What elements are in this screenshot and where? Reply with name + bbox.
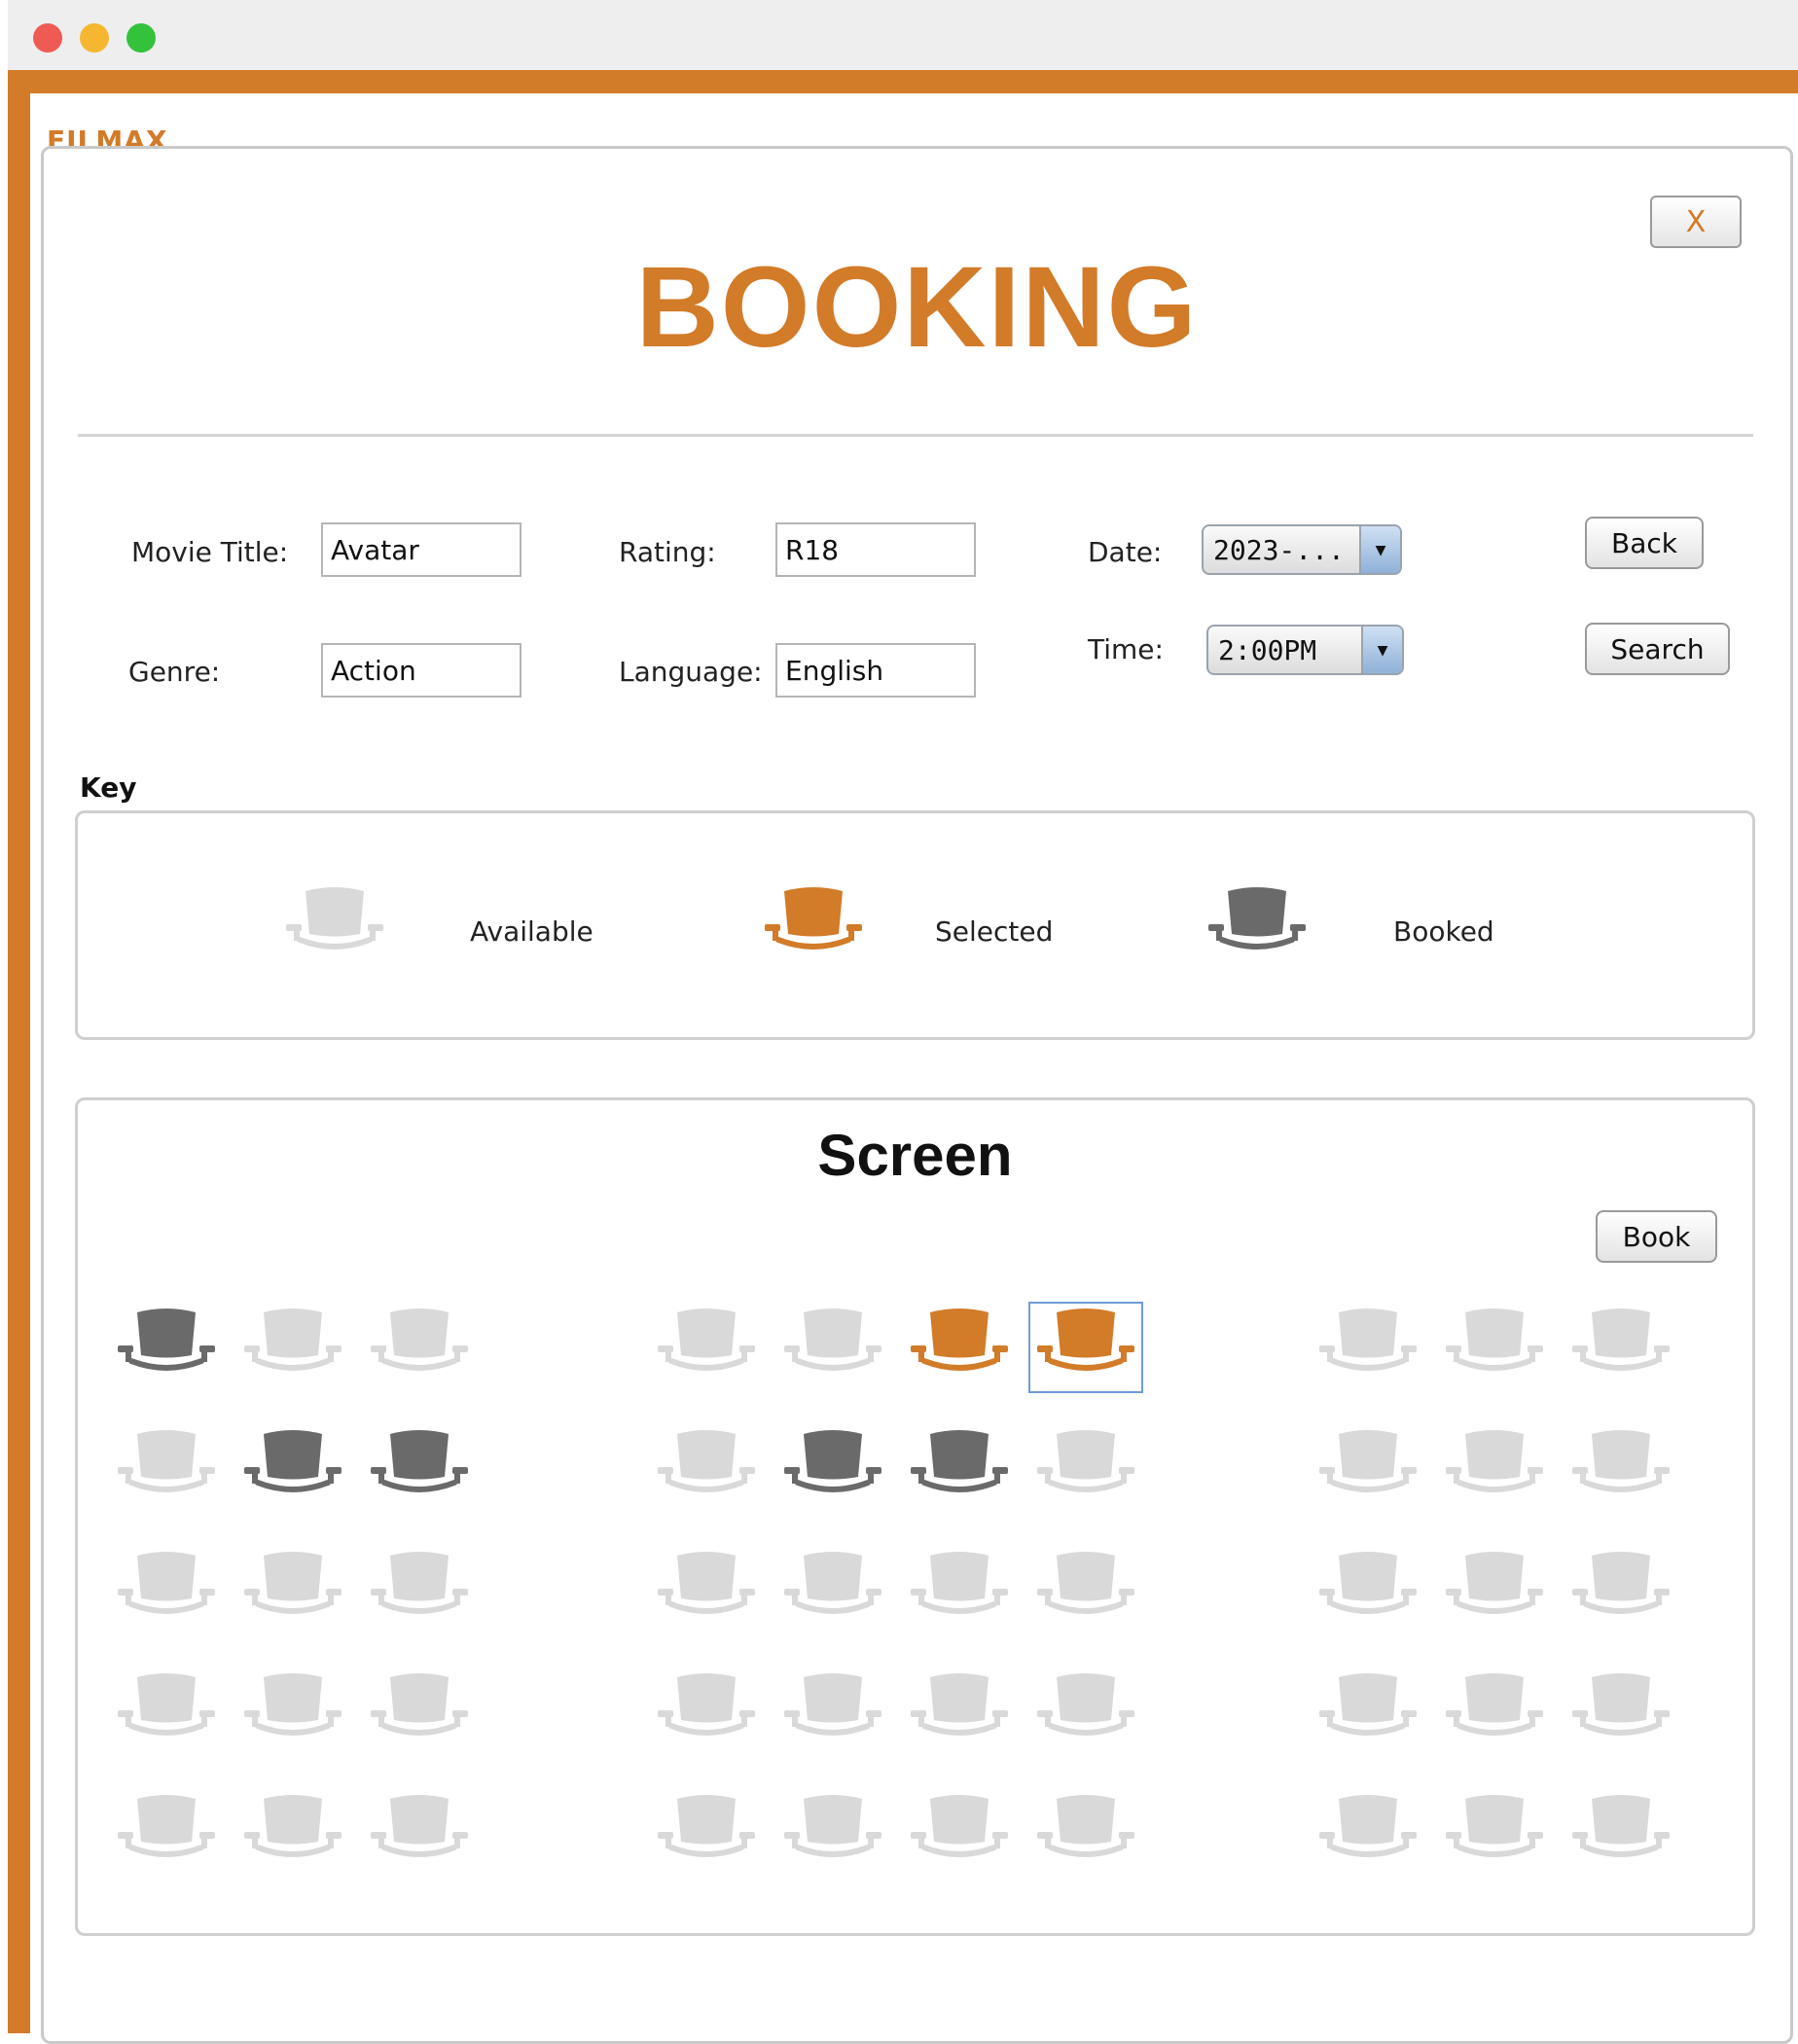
page-title: BOOKING (635, 243, 1199, 372)
date-select[interactable]: 2023-... ▼ (1202, 524, 1402, 575)
seat-available[interactable] (238, 1548, 347, 1633)
seat-booked (238, 1426, 347, 1512)
seat-selected[interactable] (905, 1305, 1014, 1390)
seat-available[interactable] (112, 1669, 221, 1755)
seat-available[interactable] (905, 1791, 1014, 1877)
seat-available[interactable] (652, 1305, 761, 1390)
title-bar (8, 0, 1798, 70)
date-select-value: 2023-... (1213, 534, 1345, 566)
seat-available[interactable] (652, 1548, 761, 1633)
screen-label: Screen (817, 1123, 1013, 1188)
seat-available[interactable] (365, 1305, 474, 1390)
close-button[interactable]: X (1650, 196, 1742, 248)
seating-area: Screen Book (75, 1097, 1755, 1936)
genre-label: Genre: (128, 656, 221, 688)
seat-available[interactable] (112, 1426, 221, 1512)
back-button[interactable]: Back (1585, 517, 1704, 569)
booked-seat-icon (1203, 883, 1312, 969)
language-field[interactable]: English (775, 643, 976, 698)
seat-booked (365, 1426, 474, 1512)
chevron-down-icon[interactable]: ▼ (1361, 627, 1402, 673)
search-button[interactable]: Search (1585, 623, 1730, 675)
chevron-down-icon[interactable]: ▼ (1359, 526, 1400, 573)
key-label-available: Available (470, 915, 593, 948)
seat-available[interactable] (1440, 1426, 1549, 1512)
seat-available[interactable] (1313, 1305, 1422, 1390)
seat-available[interactable] (905, 1548, 1014, 1633)
time-select-value: 2:00PM (1218, 634, 1317, 666)
seat-available[interactable] (1440, 1669, 1549, 1755)
seat-available[interactable] (778, 1669, 887, 1755)
genre-field[interactable]: Action (321, 643, 521, 698)
rating-label: Rating: (619, 536, 716, 568)
seat-available[interactable] (1313, 1791, 1422, 1877)
seat-available[interactable] (365, 1669, 474, 1755)
seat-available[interactable] (1031, 1669, 1140, 1755)
available-seat-icon (280, 883, 389, 969)
key-label-booked: Booked (1393, 915, 1494, 948)
seat-available[interactable] (1566, 1426, 1675, 1512)
seat-available[interactable] (1440, 1548, 1549, 1633)
app-window: FILMAX X BOOKING Movie Title: Avatar Rat… (30, 93, 1798, 2044)
zoom-window-icon[interactable] (126, 23, 156, 53)
seat-booked (778, 1426, 887, 1512)
seat-available[interactable] (238, 1669, 347, 1755)
seat-available[interactable] (238, 1305, 347, 1390)
rating-field[interactable]: R18 (775, 522, 976, 577)
seat-available[interactable] (112, 1791, 221, 1877)
seat-available[interactable] (1440, 1791, 1549, 1877)
seat-available[interactable] (1566, 1305, 1675, 1390)
window-frame: FILMAX X BOOKING Movie Title: Avatar Rat… (8, 70, 1798, 2044)
seat-available[interactable] (778, 1548, 887, 1633)
language-label: Language: (619, 656, 763, 688)
seat-available[interactable] (652, 1669, 761, 1755)
booking-panel: X BOOKING Movie Title: Avatar Rating: R1… (41, 146, 1793, 2044)
seat-available[interactable] (1031, 1548, 1140, 1633)
seat-available[interactable] (1031, 1426, 1140, 1512)
key-title: Key (80, 771, 137, 804)
seat-available[interactable] (652, 1426, 761, 1512)
seat-available[interactable] (1440, 1305, 1549, 1390)
seat-available[interactable] (1566, 1548, 1675, 1633)
seat-available[interactable] (1566, 1791, 1675, 1877)
seat-selected[interactable] (1028, 1302, 1143, 1393)
seat-available[interactable] (365, 1548, 474, 1633)
divider (78, 434, 1753, 437)
close-window-icon[interactable] (33, 23, 62, 53)
seat-booked (112, 1305, 221, 1390)
seat-available[interactable] (905, 1669, 1014, 1755)
time-label: Time: (1088, 633, 1164, 665)
seat-available[interactable] (112, 1548, 221, 1633)
seat-available[interactable] (1313, 1669, 1422, 1755)
seat-available[interactable] (778, 1791, 887, 1877)
key-legend: Available Selected Booked (75, 810, 1755, 1040)
seat-available[interactable] (1566, 1669, 1675, 1755)
minimize-window-icon[interactable] (80, 23, 109, 53)
movie-title-field[interactable]: Avatar (321, 522, 521, 577)
seat-available[interactable] (365, 1791, 474, 1877)
movie-title-label: Movie Title: (131, 536, 289, 568)
key-label-selected: Selected (935, 915, 1054, 948)
seat-available[interactable] (1313, 1426, 1422, 1512)
seat-booked (905, 1426, 1014, 1512)
seat-available[interactable] (1313, 1548, 1422, 1633)
selected-seat-icon (759, 883, 868, 969)
date-label: Date: (1088, 536, 1163, 568)
seat-available[interactable] (652, 1791, 761, 1877)
seat-available[interactable] (1031, 1791, 1140, 1877)
seat-available[interactable] (778, 1305, 887, 1390)
time-select[interactable]: 2:00PM ▼ (1206, 625, 1404, 675)
book-button[interactable]: Book (1596, 1210, 1717, 1263)
seat-available[interactable] (238, 1791, 347, 1877)
